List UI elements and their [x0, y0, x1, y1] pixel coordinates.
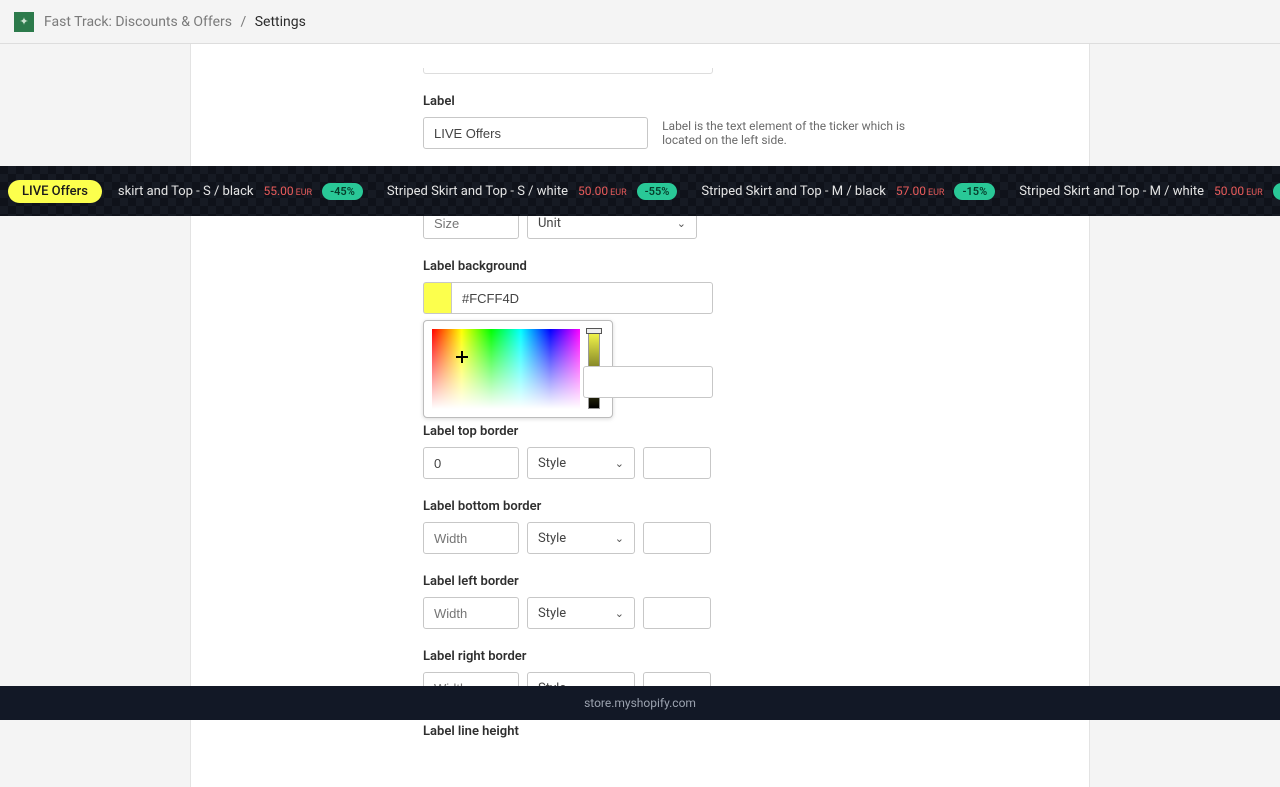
bottom-border-style-select[interactable]: Style ⌄ [527, 522, 635, 554]
ticker-item-price: 55.00EUR [263, 184, 312, 198]
label-help: Label is the text element of the ticker … [662, 119, 943, 147]
left-border-style-label: Style [538, 606, 566, 621]
ticker-item-title: Striped Skirt and Top - M / white [1019, 184, 1204, 199]
ticker-label-pill: LIVE Offers [8, 180, 102, 203]
label-input[interactable] [423, 117, 648, 149]
ticker-item-title: Striped Skirt and Top - S / white [387, 184, 568, 199]
text-color-input[interactable] [583, 366, 713, 398]
bg-title: Label background [423, 259, 943, 274]
footer: store.myshopify.com [0, 686, 1280, 720]
line-height-title: Label line height [423, 724, 943, 739]
ticker-item: Striped Skirt and Top - M / white 50.00E… [1007, 183, 1280, 200]
ticker-item-badge: -45% [322, 183, 363, 200]
ticker-item: skirt and Top - S / black 55.00EUR -45% [106, 183, 375, 200]
unit-select-label: Unit [538, 216, 561, 231]
breadcrumb-app[interactable]: Fast Track: Discounts & Offers [44, 14, 232, 30]
ticker-item-badge: -55% [637, 183, 678, 200]
bottom-border-color-input[interactable] [643, 522, 711, 554]
color-picker-cross-icon[interactable] [456, 351, 468, 363]
ticker-item-badge: -50% [1273, 183, 1280, 200]
ticker-item-title: skirt and Top - S / black [118, 184, 254, 199]
settings-panel: Label Label is the text element of the t… [190, 44, 1090, 787]
chevron-down-icon: ⌄ [677, 217, 686, 230]
top-border-color-input[interactable] [643, 447, 711, 479]
app-icon: ✦ [14, 12, 34, 32]
bg-input[interactable] [451, 282, 713, 314]
ticker-item: Striped Skirt and Top - S / white 50.00E… [375, 183, 690, 200]
ticker-item-title: Striped Skirt and Top - M / black [701, 184, 885, 199]
left-border-width-input[interactable] [423, 597, 519, 629]
top-border-width-input[interactable] [423, 447, 519, 479]
left-border-title: Label left border [423, 574, 943, 589]
breadcrumb-sep: / [240, 14, 246, 30]
top-border-title: Label top border [423, 424, 943, 439]
ticker-item-price: 50.00EUR [1214, 184, 1263, 198]
color-picker-saturation[interactable] [432, 329, 580, 409]
left-border-style-select[interactable]: Style ⌄ [527, 597, 635, 629]
ticker-item-price: 57.00EUR [896, 184, 945, 198]
ticker-inner: LIVE Offers skirt and Top - S / black 55… [0, 166, 1280, 216]
ticker-preview: LIVE Offers skirt and Top - S / black 55… [0, 166, 1280, 216]
footer-domain: store.myshopify.com [584, 696, 696, 710]
bottom-border-title: Label bottom border [423, 499, 943, 514]
breadcrumb: Fast Track: Discounts & Offers / Setting… [44, 14, 306, 30]
top-border-style-label: Style [538, 456, 566, 471]
color-picker-handle[interactable] [586, 328, 602, 334]
prev-input-cut[interactable] [423, 68, 713, 74]
top-border-style-select[interactable]: Style ⌄ [527, 447, 635, 479]
bottom-border-width-input[interactable] [423, 522, 519, 554]
breadcrumb-current: Settings [255, 14, 306, 30]
chevron-down-icon: ⌄ [615, 532, 624, 545]
ticker-item: Striped Skirt and Top - M / black 57.00E… [689, 183, 1007, 200]
ticker-item-badge: -15% [954, 183, 995, 200]
bottom-border-style-label: Style [538, 531, 566, 546]
label-title: Label [423, 94, 943, 109]
right-border-title: Label right border [423, 649, 943, 664]
chevron-down-icon: ⌄ [615, 457, 624, 470]
color-swatch[interactable] [423, 282, 451, 314]
chevron-down-icon: ⌄ [615, 607, 624, 620]
left-border-color-input[interactable] [643, 597, 711, 629]
ticker-item-price: 50.00EUR [578, 184, 627, 198]
topbar: ✦ Fast Track: Discounts & Offers / Setti… [0, 0, 1280, 44]
